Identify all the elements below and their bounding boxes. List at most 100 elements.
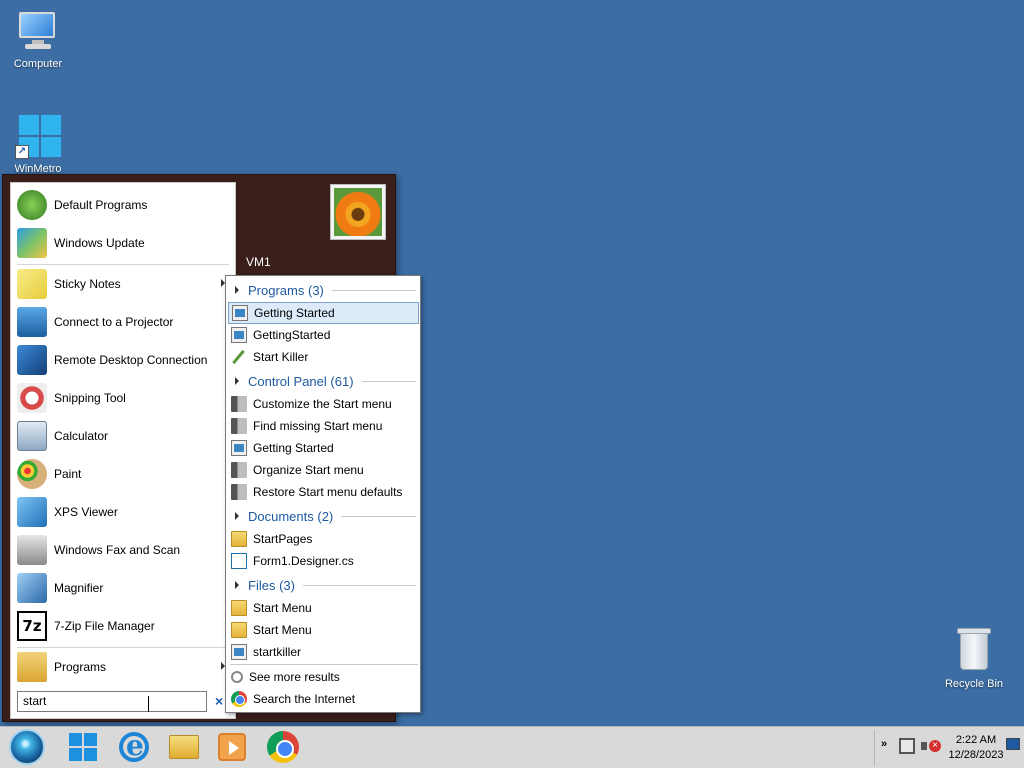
result-label: startkiller xyxy=(253,645,302,659)
group-count: (61) xyxy=(330,373,354,389)
magnifier-icon xyxy=(17,573,47,603)
see-more-results-link[interactable]: See more results xyxy=(228,666,419,688)
menu-item-label: Windows Fax and Scan xyxy=(54,543,181,557)
menu-item-sticky-notes[interactable]: Sticky Notes xyxy=(11,266,235,302)
menu-item-label: 7-Zip File Manager xyxy=(54,619,155,633)
result-item[interactable]: Getting Started xyxy=(228,437,419,459)
menu-item-programs[interactable]: Programs xyxy=(11,649,235,685)
menu-item-connect-to-projector[interactable]: Connect to a Projector xyxy=(11,304,235,340)
result-item[interactable]: Organize Start menu xyxy=(228,459,419,481)
result-item[interactable]: Start Killer xyxy=(228,346,419,368)
result-item[interactable]: Getting Started xyxy=(228,302,419,324)
application-icon xyxy=(232,305,248,321)
windows-logo-icon xyxy=(69,733,97,761)
user-name[interactable]: VM1 xyxy=(246,255,271,269)
projector-icon xyxy=(17,307,47,337)
fax-icon xyxy=(17,535,47,565)
start-killer-icon xyxy=(231,349,247,365)
show-desktop-button[interactable] xyxy=(1006,738,1020,750)
xps-viewer-icon xyxy=(17,497,47,527)
menu-item-xps-viewer[interactable]: XPS Viewer xyxy=(11,494,235,530)
winmetro-icon: ↗ xyxy=(15,113,61,159)
desktop-icon-winmetro[interactable]: ↗ WinMetro xyxy=(0,113,76,175)
result-label: Start Menu xyxy=(253,623,312,637)
flower-picture-icon xyxy=(334,188,382,236)
desktop-icon-computer[interactable]: Computer xyxy=(0,10,76,70)
group-divider xyxy=(341,515,416,517)
taskbar-settings-icon xyxy=(231,484,247,500)
result-item[interactable]: StartPages xyxy=(228,528,419,550)
taskbar-internet-explorer[interactable] xyxy=(114,729,154,765)
result-label: Start Killer xyxy=(253,350,309,364)
result-item[interactable]: Find missing Start menu xyxy=(228,415,419,437)
menu-item-windows-update[interactable]: Windows Update xyxy=(11,225,235,261)
media-player-icon xyxy=(218,733,246,761)
taskbar-file-explorer[interactable] xyxy=(164,729,204,765)
result-label: Organize Start menu xyxy=(253,463,364,477)
result-item[interactable]: Start Menu xyxy=(228,619,419,641)
taskbar-settings-icon xyxy=(231,418,247,434)
search-internet-link[interactable]: Search the Internet xyxy=(228,688,419,710)
internet-explorer-icon xyxy=(119,729,149,762)
start-menu-program-list: Default Programs Windows Update Sticky N… xyxy=(10,182,236,719)
menu-item-snipping-tool[interactable]: Snipping Tool xyxy=(11,380,235,416)
menu-separator xyxy=(17,647,229,648)
expand-arrow-icon xyxy=(235,512,239,520)
result-label: Restore Start menu defaults xyxy=(253,485,403,499)
group-header: Documents xyxy=(248,508,314,524)
clock[interactable]: 2:22 AM 12/28/2023 xyxy=(945,733,1007,763)
menu-item-label: Magnifier xyxy=(54,581,104,595)
start-orb-icon xyxy=(9,729,45,765)
menu-item-7zip[interactable]: 7z 7-Zip File Manager xyxy=(11,608,235,644)
group-header: Files xyxy=(248,577,276,593)
desktop-icon-recycle-bin[interactable]: Recycle Bin xyxy=(936,626,1012,690)
desktop-icon-label: Computer xyxy=(13,58,63,70)
result-label: Getting Started xyxy=(253,441,334,455)
result-item[interactable]: startkiller xyxy=(228,641,419,663)
taskbar-media-player[interactable] xyxy=(212,729,252,765)
group-header: Control Panel xyxy=(248,373,327,389)
menu-item-label: Connect to a Projector xyxy=(54,315,174,329)
result-label: Form1.Designer.cs xyxy=(253,554,354,568)
start-button[interactable] xyxy=(7,729,47,765)
clock-date: 12/28/2023 xyxy=(948,749,1004,761)
menu-item-paint[interactable]: Paint xyxy=(11,456,235,492)
results-group-documents[interactable]: Documents (2) xyxy=(226,505,420,527)
group-divider xyxy=(331,289,416,291)
result-label: Find missing Start menu xyxy=(253,419,383,433)
text-cursor-icon xyxy=(148,696,156,712)
menu-item-label: Snipping Tool xyxy=(54,391,126,405)
result-label: GettingStarted xyxy=(253,328,331,342)
network-icon[interactable] xyxy=(899,738,915,754)
results-group-programs[interactable]: Programs (3) xyxy=(226,279,420,301)
result-label: Customize the Start menu xyxy=(253,397,392,411)
group-header: Programs xyxy=(248,282,305,298)
menu-item-fax-and-scan[interactable]: Windows Fax and Scan xyxy=(11,532,235,568)
result-item[interactable]: Form1.Designer.cs xyxy=(228,550,419,572)
results-group-control-panel[interactable]: Control Panel (61) xyxy=(226,370,420,392)
folder-icon xyxy=(231,600,247,616)
result-label: Getting Started xyxy=(254,306,335,320)
start-search-input[interactable]: start xyxy=(17,691,207,712)
clear-search-icon[interactable]: × xyxy=(215,693,223,709)
taskbar-winmetro[interactable] xyxy=(63,729,103,765)
user-avatar[interactable] xyxy=(330,184,386,240)
scissors-icon xyxy=(17,383,47,413)
group-count: (3) xyxy=(307,282,324,298)
result-label: StartPages xyxy=(253,532,313,546)
result-item[interactable]: Customize the Start menu xyxy=(228,393,419,415)
taskbar-chrome[interactable] xyxy=(263,729,303,765)
menu-item-calculator[interactable]: Calculator xyxy=(11,418,235,454)
result-item[interactable]: Restore Start menu defaults xyxy=(228,481,419,503)
menu-item-magnifier[interactable]: Magnifier xyxy=(11,570,235,606)
menu-item-default-programs[interactable]: Default Programs xyxy=(11,187,235,223)
show-hidden-icons-chevron-icon[interactable]: » xyxy=(881,738,887,750)
remote-desktop-icon xyxy=(17,345,47,375)
volume-muted-icon[interactable] xyxy=(921,738,941,754)
clock-time: 2:22 AM xyxy=(955,734,997,746)
result-item[interactable]: GettingStarted xyxy=(228,324,419,346)
group-count: (2) xyxy=(317,508,334,524)
results-group-files[interactable]: Files (3) xyxy=(226,574,420,596)
result-item[interactable]: Start Menu xyxy=(228,597,419,619)
menu-item-remote-desktop[interactable]: Remote Desktop Connection xyxy=(11,342,235,378)
